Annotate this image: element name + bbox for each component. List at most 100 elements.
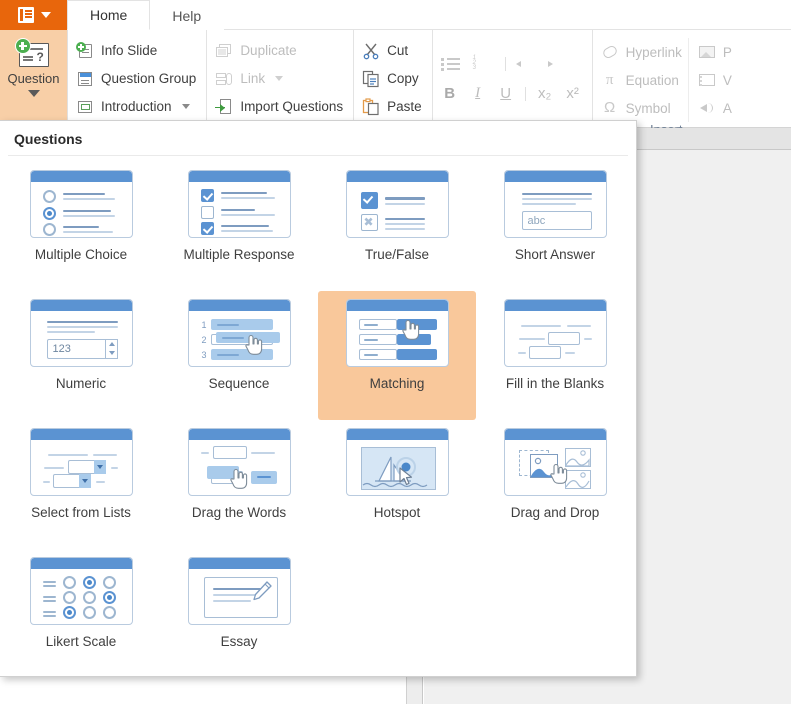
fill-blanks-icon (503, 299, 607, 367)
hyperlink-icon (601, 43, 619, 61)
gallery-tile-true-false[interactable]: ✖ True/False (318, 162, 476, 291)
duplicate-button[interactable]: Duplicate (215, 37, 343, 65)
equation-button[interactable]: π Equation (601, 66, 682, 94)
cut-label: Cut (387, 43, 409, 58)
tile-label: Likert Scale (45, 634, 117, 649)
text-format-row: B I U x₂ x² (441, 79, 582, 109)
chevron-down-icon[interactable] (27, 90, 40, 97)
info-slide-button[interactable]: Info Slide (76, 37, 196, 65)
info-slide-label: Info Slide (101, 43, 158, 58)
paste-button[interactable]: Paste (362, 93, 422, 121)
bold-icon[interactable]: B (441, 85, 459, 102)
numbered-list-icon[interactable]: 1 2 3 (473, 55, 495, 72)
cursor-hand-icon (244, 333, 263, 355)
gallery-tile-short-answer[interactable]: abc Short Answer (476, 162, 634, 291)
subscript-icon[interactable]: x₂ (536, 85, 554, 102)
essay-icon (187, 557, 291, 625)
gallery-tile-essay[interactable]: Essay (160, 549, 318, 678)
bulleted-list-icon[interactable] (440, 56, 463, 72)
tab-help[interactable]: Help (149, 0, 225, 30)
ribbon-group-insert: Hyperlink π Equation Ω Symbol P V A (593, 30, 732, 137)
file-menu-button[interactable] (0, 0, 68, 30)
video-icon (698, 71, 716, 89)
audio-label: A (722, 100, 732, 116)
gallery-tile-hotspot[interactable]: Hotspot (318, 420, 476, 549)
superscript-icon[interactable]: x² (564, 85, 582, 102)
multiple-choice-icon (29, 170, 133, 238)
tile-label: Multiple Response (183, 247, 295, 262)
tile-label: Drag and Drop (510, 505, 600, 520)
cut-button[interactable]: Cut (362, 37, 422, 65)
sequence-icon: 1 2 3 (187, 299, 291, 367)
tile-label: Essay (220, 634, 258, 649)
gallery-tile-multiple-response[interactable]: Multiple Response (160, 162, 318, 291)
import-questions-button[interactable]: Import Questions (215, 93, 343, 121)
divider (524, 86, 526, 101)
short-answer-icon: abc (503, 170, 607, 238)
chevron-down-icon[interactable] (181, 104, 190, 109)
true-false-icon: ✖ (345, 170, 449, 238)
chevron-down-icon[interactable] (275, 76, 284, 81)
tab-help-label: Help (172, 7, 202, 24)
cursor-hand-icon (401, 318, 420, 340)
copy-label: Copy (387, 71, 419, 86)
gallery-grid: Multiple Choice Multiple Response ✖ True… (0, 156, 636, 678)
ribbon-group-clipboard: Cut Copy Paste (354, 30, 433, 127)
introduction-label: Introduction (101, 99, 172, 114)
list-format-row: 1 2 3 (440, 49, 582, 79)
link-icon (215, 70, 233, 88)
video-label: V (722, 72, 732, 88)
likert-icon (29, 557, 133, 625)
gallery-tile-likert[interactable]: Likert Scale (2, 549, 160, 678)
gallery-tile-drag-words[interactable]: Drag the Words (160, 420, 318, 549)
tile-label: Fill in the Blanks (505, 376, 605, 391)
divider (504, 56, 506, 71)
gallery-tile-multiple-choice[interactable]: Multiple Choice (2, 162, 160, 291)
question-group-label: Question Group (101, 71, 197, 86)
symbol-icon: Ω (604, 99, 616, 116)
cursor-hand-icon (229, 467, 248, 489)
audio-icon (698, 99, 716, 117)
tile-label: True/False (364, 247, 430, 262)
introduction-button[interactable]: Introduction (76, 93, 196, 121)
chevron-down-icon (40, 12, 51, 18)
tab-strip-filler (224, 0, 791, 30)
import-questions-icon (215, 98, 233, 116)
video-button[interactable]: V (698, 66, 732, 94)
multiple-response-icon (187, 170, 291, 238)
underline-icon[interactable]: U (497, 85, 515, 102)
cursor-hand-icon (549, 462, 568, 484)
gallery-tile-matching[interactable]: Matching (318, 291, 476, 420)
hyperlink-label: Hyperlink (625, 44, 682, 60)
hotspot-icon (345, 428, 449, 496)
decrease-indent-icon[interactable] (515, 56, 538, 72)
question-button[interactable]: ? Question (0, 30, 68, 127)
matching-icon (345, 299, 449, 367)
link-label: Link (240, 71, 266, 86)
gallery-title: Questions (14, 131, 83, 147)
tab-home-label: Home (90, 7, 128, 23)
italic-icon[interactable]: I (469, 85, 487, 102)
gallery-tile-sequence[interactable]: 1 2 3 Sequence (160, 291, 318, 420)
tile-label: Sequence (208, 376, 270, 391)
picture-button[interactable]: P (698, 38, 732, 66)
scissors-icon (362, 42, 380, 60)
drag-drop-icon (503, 428, 607, 496)
tab-home[interactable]: Home (67, 0, 151, 30)
application-window: Home Help ? Question Info Slide Question… (0, 0, 791, 704)
gallery-tile-drag-drop[interactable]: Drag and Drop (476, 420, 634, 549)
document-menu-icon (17, 7, 34, 23)
increase-indent-icon[interactable] (547, 56, 570, 72)
audio-button[interactable]: A (698, 94, 732, 122)
gallery-tile-select-lists[interactable]: Select from Lists (2, 420, 160, 549)
symbol-button[interactable]: Ω Symbol (601, 94, 682, 122)
ribbon-group-format: 1 2 3 B I U x₂ x² (433, 30, 593, 127)
select-lists-icon (29, 428, 133, 496)
gallery-tile-numeric[interactable]: 123 Numeric (2, 291, 160, 420)
equation-label: Equation (625, 72, 679, 88)
gallery-tile-fill-blanks[interactable]: Fill in the Blanks (476, 291, 634, 420)
hyperlink-button[interactable]: Hyperlink (601, 38, 682, 66)
link-button[interactable]: Link (215, 65, 343, 93)
question-group-button[interactable]: Question Group (76, 65, 196, 93)
copy-button[interactable]: Copy (362, 65, 422, 93)
